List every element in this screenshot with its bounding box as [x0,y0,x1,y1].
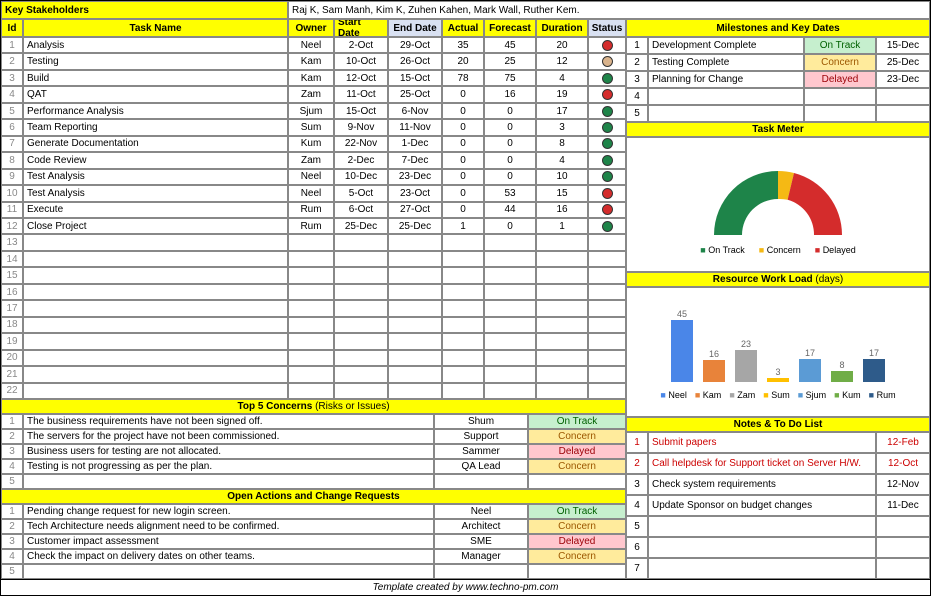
milestone-row: 2Testing CompleteConcern25-Dec [626,54,930,71]
task-row: 3BuildKam12-Oct15-Oct78754 [1,70,626,86]
note-row: 7 [626,558,930,579]
list-row: 1Pending change request for new login sc… [1,504,626,519]
col-start: Start Date [334,19,388,37]
col-id: Id [1,19,23,37]
stakeholders-label: Key Stakeholders [1,1,288,19]
col-owner: Owner [288,19,334,37]
list-row: 2Tech Architecture needs alignment need … [1,519,626,534]
task-row: 10Test AnalysisNeel5-Oct23-Oct05315 [1,185,626,201]
list-row: 2The servers for the project have not be… [1,429,626,444]
note-row: 3Check system requirements12-Nov [626,474,930,495]
workload-title: Resource Work Load (days) [626,272,930,287]
note-row: 1Submit papers12-Feb [626,432,930,453]
col-forecast: Forecast [484,19,536,37]
status-dot [588,119,626,135]
taskmeter-chart: ■ On Track ■ Concern ■ Delayed [626,137,930,272]
list-row: 3Customer impact assessmentSMEDelayed [1,534,626,549]
taskmeter-title: Task Meter [626,122,930,137]
note-row: 6 [626,537,930,558]
status-dot [588,86,626,102]
task-row: 12Close ProjectRum25-Dec25-Dec101 [1,218,626,234]
list-row: 5 [1,474,626,489]
task-row: 1AnalysisNeel2-Oct29-Oct354520 [1,37,626,53]
actions-table: 1Pending change request for new login sc… [1,504,626,579]
task-row: 4QATZam11-Oct25-Oct01619 [1,86,626,102]
task-row: 2TestingKam10-Oct26-Oct202512 [1,53,626,69]
actions-title: Open Actions and Change Requests [1,489,626,504]
task-row: 6Team ReportingSum9-Nov11-Nov003 [1,119,626,135]
col-task: Task Name [23,19,288,37]
list-row: 4Testing is not progressing as per the p… [1,459,626,474]
task-row: 8Code ReviewZam2-Dec7-Dec004 [1,152,626,168]
task-row: 9Test AnalysisNeel10-Dec23-Dec0010 [1,169,626,185]
task-table: 1AnalysisNeel2-Oct29-Oct3545202TestingKa… [1,37,626,399]
workload-chart: 451623317817 ■ Neel■ Kam■ Zam■ Sum■ Sjum… [626,287,930,417]
status-dot [588,202,626,218]
note-row: 2Call helpdesk for Support ticket on Ser… [626,453,930,474]
status-dot [588,169,626,185]
list-row: 1The business requirements have not been… [1,414,626,429]
milestones-title: Milestones and Key Dates [626,19,930,37]
status-dot [588,185,626,201]
col-end: End Date [388,19,442,37]
task-row: 11ExecuteRum6-Oct27-Oct04416 [1,202,626,218]
col-status: Status [588,19,626,37]
status-dot [588,70,626,86]
list-row: 4Check the impact on delivery dates on o… [1,549,626,564]
note-row: 5 [626,516,930,537]
concerns-table: 1The business requirements have not been… [1,414,626,489]
milestones-table: 1Development CompleteOn Track15-Dec2Test… [626,37,930,122]
col-duration: Duration [536,19,588,37]
task-row: 5Performance AnalysisSjum15-Oct6-Nov0017 [1,103,626,119]
status-dot [588,53,626,69]
status-dot [588,37,626,53]
concerns-title: Top 5 Concerns (Risks or Issues) [1,399,626,414]
notes-title: Notes & To Do List [626,417,930,432]
status-dot [588,103,626,119]
col-actual: Actual [442,19,484,37]
list-row: 5 [1,564,626,579]
status-dot [588,152,626,168]
status-dot [588,136,626,152]
status-dot [588,218,626,234]
list-row: 3Business users for testing are not allo… [1,444,626,459]
milestone-row: 3Planning for ChangeDelayed23-Dec [626,71,930,88]
milestone-row: 1Development CompleteOn Track15-Dec [626,37,930,54]
note-row: 4Update Sponsor on budget changes11-Dec [626,495,930,516]
stakeholders-value: Raj K, Sam Manh, Kim K, Zuhen Kahen, Mar… [288,1,930,19]
notes-table: 1Submit papers12-Feb2Call helpdesk for S… [626,432,930,579]
task-row: 7Generate DocumentationKum22-Nov1-Dec008 [1,136,626,152]
footer-credit: Template created by www.techno-pm.com [1,579,930,595]
